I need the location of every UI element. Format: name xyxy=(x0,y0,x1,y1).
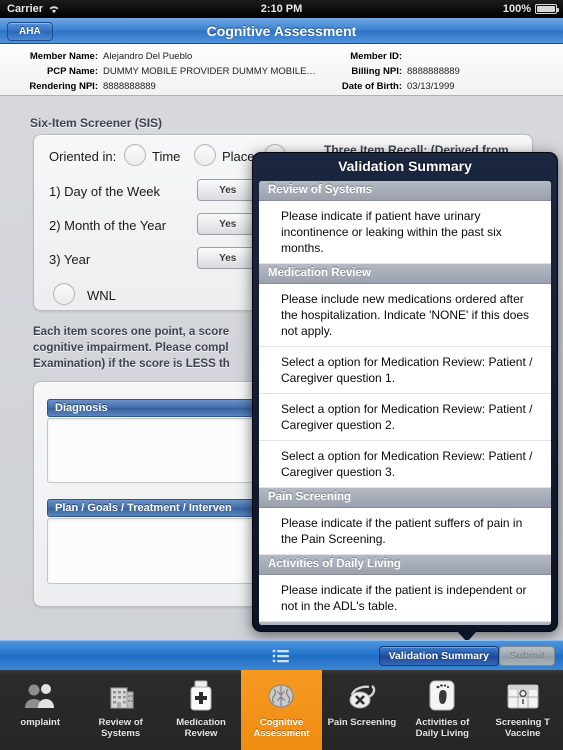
validation-item: Select a option for Medication Review: P… xyxy=(259,441,551,488)
tab-label: Pain Screening xyxy=(327,717,397,728)
tab-label: Review of Systems xyxy=(98,717,143,739)
radio-wnl[interactable] xyxy=(53,283,75,305)
validation-item: Please include new medications ordered a… xyxy=(259,284,551,347)
status-bar: Carrier 2:10 PM 100% xyxy=(0,0,563,18)
brain-icon xyxy=(261,677,301,715)
member-id-label: Member ID: xyxy=(350,51,402,62)
validation-section-header: Activities of Daily Living xyxy=(259,555,551,575)
validation-item: Please indicate if patient have urinary … xyxy=(259,201,551,264)
tab-label: Screening T Vaccine xyxy=(495,717,550,739)
validation-item: Please indicate if the patient suffers o… xyxy=(259,508,551,555)
validation-section-header: Review of Systems xyxy=(259,181,551,201)
rendering-npi-label: Rendering NPI: xyxy=(29,81,98,92)
oriented-in-label: Oriented in: xyxy=(49,149,117,164)
radio-oriented-place[interactable] xyxy=(194,144,216,166)
validation-item: Select a option for Medication Review: P… xyxy=(259,347,551,394)
submit-button[interactable]: Submit xyxy=(499,646,555,666)
validation-summary-list[interactable]: Review of Systems Please indicate if pat… xyxy=(259,181,551,625)
validation-summary-button[interactable]: Validation Summary xyxy=(378,646,499,666)
pill-bottle-icon xyxy=(181,677,221,715)
tab-activities-of-daily-living[interactable]: Activities of Daily Living xyxy=(402,670,482,750)
validation-summary-title: Validation Summary xyxy=(338,158,472,174)
date-of-birth-label: Date of Birth: xyxy=(341,81,402,92)
label-oriented-place: Place xyxy=(222,149,255,164)
tab-label: Activities of Daily Living xyxy=(415,717,470,739)
member-name-row: Member Name: Alejandro Del Pueblo xyxy=(0,49,320,64)
status-bar-time: 2:10 PM xyxy=(260,3,303,15)
label-oriented-time: Time xyxy=(152,149,181,164)
billing-npi-label: Billing NPI: xyxy=(351,66,402,77)
member-name-value: Alejandro Del Pueblo xyxy=(103,51,193,62)
question-2-label: 2) Month of the Year xyxy=(49,218,167,233)
billing-npi-row: Billing NPI: 8888888889 xyxy=(320,64,563,79)
status-bar-right: 100% xyxy=(502,3,559,15)
bottom-toolbar: Validation Summary Submit xyxy=(0,640,563,670)
hospital-building-icon xyxy=(101,677,141,715)
tab-medication-review[interactable]: Medication Review xyxy=(161,670,241,750)
segment-question-2-yes[interactable]: Yes xyxy=(198,214,259,234)
tab-label: omplaint xyxy=(20,717,60,728)
segment-question-1-yes[interactable]: Yes xyxy=(198,180,259,200)
date-of-birth-value: 03/13/1999 xyxy=(407,81,455,92)
eye-patch-icon xyxy=(342,677,382,715)
rendering-npi-row: Rendering NPI: 8888888889 xyxy=(0,79,320,94)
validation-section-header: Physical Examination xyxy=(259,622,551,625)
patient-header: Member Name: Alejandro Del Pueblo PCP Nam… xyxy=(0,44,563,96)
member-id-row: Member ID: xyxy=(320,49,563,64)
tab-bar: omplaint Review of Systems Medication Re… xyxy=(0,670,563,750)
segment-question-3-yes[interactable]: Yes xyxy=(198,248,259,268)
tab-cognitive-assessment[interactable]: Cognitive Assessment xyxy=(241,670,322,750)
member-name-label: Member Name: xyxy=(29,51,98,62)
calendar-icon xyxy=(503,677,543,715)
rendering-npi-value: 8888888889 xyxy=(103,81,156,92)
question-3-label: 3) Year xyxy=(49,252,91,267)
footprint-icon xyxy=(422,677,462,715)
validation-section-header: Medication Review xyxy=(259,264,551,284)
validation-item: Select a option for Medication Review: P… xyxy=(259,394,551,441)
radio-oriented-time[interactable] xyxy=(124,144,146,166)
pcp-name-label: PCP Name: xyxy=(46,66,98,77)
tab-screening-tests-vaccines[interactable]: Screening T Vaccine xyxy=(483,670,563,750)
navigation-bar: AHA Cognitive Assessment xyxy=(0,18,563,44)
billing-npi-value: 8888888889 xyxy=(407,66,460,77)
tab-pain-screening[interactable]: Pain Screening xyxy=(322,670,402,750)
tab-label: Medication Review xyxy=(176,717,226,739)
validation-section-header: Pain Screening xyxy=(259,488,551,508)
question-1-label: 1) Day of the Week xyxy=(49,184,161,199)
tab-label: Cognitive Assessment xyxy=(253,717,310,739)
label-wnl: WNL xyxy=(87,288,116,303)
tab-review-of-systems[interactable]: Review of Systems xyxy=(80,670,160,750)
sis-help-text: Each item scores one point, a score cogn… xyxy=(33,326,230,370)
date-of-birth-row: Date of Birth: 03/13/1999 xyxy=(320,79,563,94)
sis-section-title: Six-Item Screener (SIS) xyxy=(30,116,163,130)
validation-summary-popover: Validation Summary Review of Systems Ple… xyxy=(252,152,558,632)
bulleted-list-icon[interactable] xyxy=(272,649,290,663)
pcp-name-value: DUMMY MOBILE PROVIDER DUMMY MOBILE… xyxy=(103,66,316,77)
page-title: Cognitive Assessment xyxy=(206,23,357,39)
battery-icon xyxy=(535,4,559,14)
battery-percent-label: 100% xyxy=(502,3,531,15)
validation-item: Please indicate if the patient is indepe… xyxy=(259,575,551,622)
people-icon xyxy=(20,677,60,715)
pcp-name-row: PCP Name: DUMMY MOBILE PROVIDER DUMMY MOB… xyxy=(0,64,320,79)
tab-chief-complaint[interactable]: omplaint xyxy=(0,670,80,750)
